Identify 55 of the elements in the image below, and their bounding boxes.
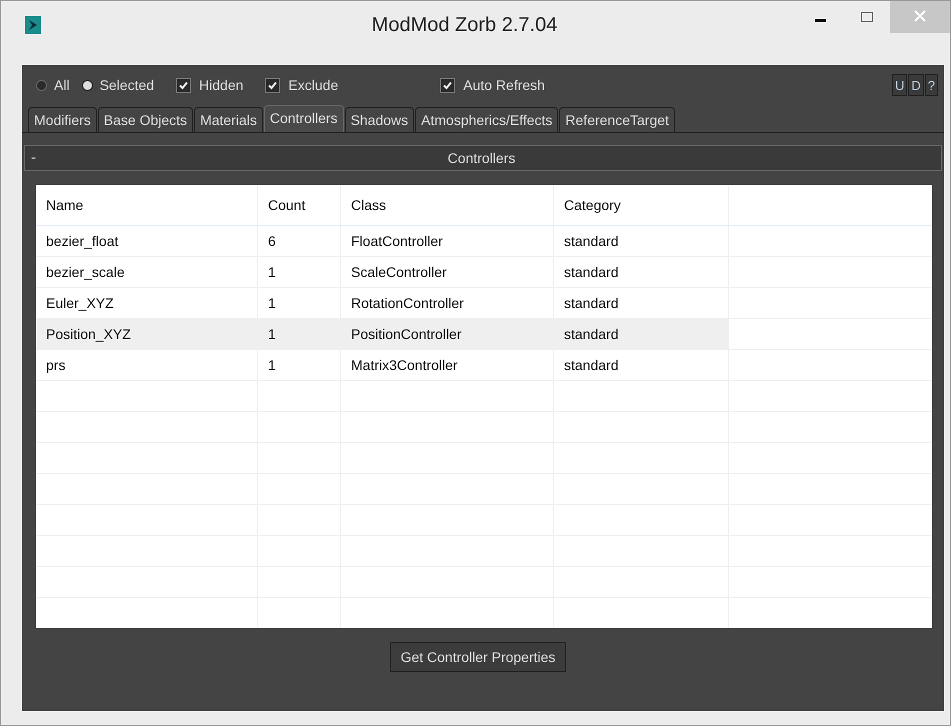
table-cell: standard [554, 319, 729, 349]
small-button[interactable]: U [892, 74, 908, 96]
tab[interactable]: Base Objects [98, 107, 194, 132]
checkbox[interactable] [440, 78, 456, 92]
table-cell: RotationController [341, 288, 554, 318]
radio-button[interactable] [36, 80, 47, 90]
table-row[interactable]: Position_XYZ 1 PositionController standard [36, 319, 729, 349]
table-cell: standard [554, 226, 729, 256]
option-label: All [54, 77, 70, 93]
rollout-header[interactable]: - Controllers [24, 145, 942, 171]
get-properties-button[interactable]: Get Controller Properties [390, 642, 566, 672]
radio-button[interactable] [82, 80, 93, 90]
checkbox[interactable] [176, 78, 192, 92]
tab[interactable]: Shadows [344, 107, 414, 132]
tab[interactable]: Modifiers [28, 107, 97, 132]
column-header[interactable]: Count [258, 185, 341, 225]
table-cell: 1 [258, 257, 341, 287]
option-label: Hidden [199, 77, 244, 93]
table-cell: 1 [258, 319, 341, 349]
tab[interactable]: Materials [194, 107, 263, 132]
table-cell: Position_XYZ [36, 319, 258, 349]
table-row[interactable]: bezier_float 6 FloatController standard [36, 226, 729, 256]
table-row[interactable]: bezier_scale 1 ScaleController standard [36, 257, 729, 287]
table-cell: Matrix3Controller [341, 350, 554, 380]
tab[interactable]: Controllers [264, 105, 344, 132]
table-cell: 1 [258, 350, 341, 380]
table-cell: Euler_XYZ [36, 288, 258, 318]
table-cell: bezier_float [36, 226, 258, 256]
table-cell: PositionController [341, 319, 554, 349]
option-label: Exclude [288, 77, 338, 93]
tab[interactable]: Atmospherics/Effects [415, 107, 558, 132]
column-header[interactable]: Class [341, 185, 554, 225]
collapse-toggle[interactable]: - [31, 150, 36, 166]
table-cell: standard [554, 350, 729, 380]
table-cell: standard [554, 288, 729, 318]
table-cell: FloatController [341, 226, 554, 256]
option-label: Selected [100, 77, 154, 93]
option-label: Auto Refresh [463, 77, 545, 93]
table-cell: bezier_scale [36, 257, 258, 287]
checkbox[interactable] [265, 78, 280, 92]
small-button[interactable]: D [908, 74, 924, 96]
column-header[interactable]: Category [554, 185, 729, 225]
window-title: ModMod Zorb 2.7.04 [370, 14, 558, 36]
table-cell: ScaleController [341, 257, 554, 287]
tab[interactable]: ReferenceTarget [559, 107, 675, 132]
column-header[interactable]: Name [36, 185, 258, 225]
app-icon [25, 16, 41, 34]
table-row[interactable]: Euler_XYZ 1 RotationController standard [36, 288, 729, 318]
table-cell: 1 [258, 288, 341, 318]
rollout-title: Controllers [446, 150, 516, 166]
small-button[interactable]: ? [924, 74, 938, 96]
table-row[interactable]: prs 1 Matrix3Controller standard [36, 350, 729, 380]
table-cell: standard [554, 257, 729, 287]
table-cell: 6 [258, 226, 341, 256]
table-cell: prs [36, 350, 258, 380]
